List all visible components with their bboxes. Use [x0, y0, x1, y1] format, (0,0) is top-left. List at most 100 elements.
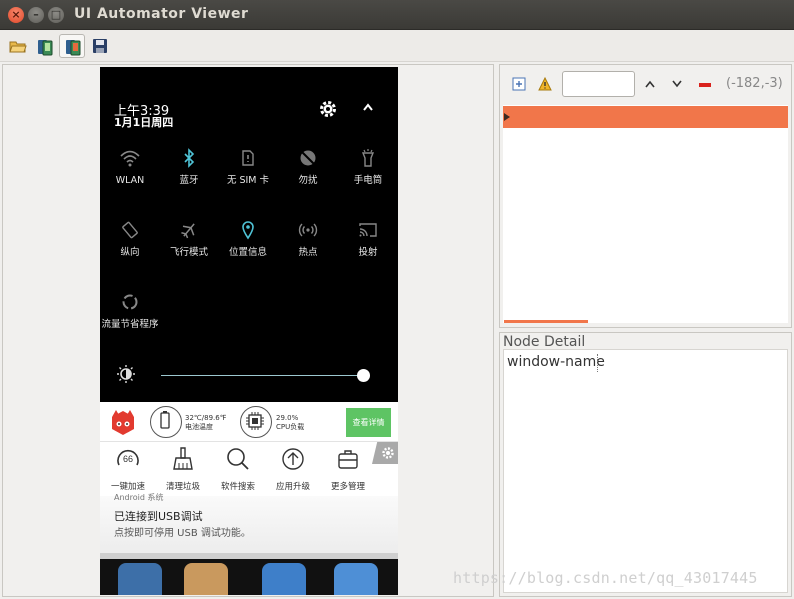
data-saver-icon — [122, 294, 138, 310]
broom-icon — [173, 447, 193, 470]
screenshot-panel[interactable]: 上午3:39 1月1日周四 WLAN 蓝牙 无 SIM 卡 勿扰 手电筒 纵向 … — [2, 64, 494, 597]
device-screenshot[interactable]: 上午3:39 1月1日周四 WLAN 蓝牙 无 SIM 卡 勿扰 手电筒 纵向 … — [100, 67, 398, 595]
window-minimize-button[interactable]: – — [28, 7, 44, 23]
device-screenshot-button[interactable] — [31, 34, 57, 58]
qs-data-saver[interactable]: 流量节省程序 — [100, 291, 160, 331]
cpu-load-label: CPU负载 — [276, 423, 305, 431]
cpu-load: 29.0% — [276, 414, 299, 422]
toolbox-icon — [338, 450, 358, 469]
qs-label: 勿扰 — [298, 175, 318, 186]
tool-more[interactable]: 更多管理 — [320, 446, 376, 492]
title-bar: × – □ UI Automator Viewer — [0, 0, 794, 30]
clear-icon[interactable] — [698, 82, 712, 88]
qs-label: 无 SIM 卡 — [226, 175, 270, 186]
column-separator[interactable] — [597, 354, 598, 372]
tool-label: 应用升级 — [275, 482, 310, 492]
qs-rotation[interactable]: 纵向 — [100, 219, 160, 259]
qs-label: 纵向 — [120, 247, 140, 258]
open-button[interactable] — [4, 34, 30, 58]
node-detail-panel: Node Detail window-name — [499, 332, 792, 597]
qs-label: 热点 — [298, 247, 318, 258]
node-detail-key: window-name — [507, 354, 605, 370]
warning-icon[interactable] — [538, 77, 552, 91]
brightness-slider-track[interactable] — [161, 375, 363, 376]
home-dock — [100, 559, 398, 595]
speedup-icon: 66 — [117, 449, 139, 466]
screen-rotation-icon — [122, 221, 138, 239]
qs-label: WLAN — [115, 175, 145, 186]
toolbar — [0, 30, 794, 62]
qs-label: 流量节省程序 — [101, 319, 159, 330]
next-icon[interactable] — [671, 79, 683, 89]
horizontal-scrollbar[interactable] — [504, 320, 588, 323]
qs-dnd[interactable]: 勿扰 — [278, 147, 338, 187]
tree-expand-arrow-icon[interactable] — [504, 113, 510, 121]
upgrade-icon — [282, 448, 304, 470]
qs-wlan[interactable]: WLAN — [100, 147, 160, 187]
notification-title: 已连接到USB调试 — [114, 510, 203, 523]
notification-app-name: Android 系统 — [114, 493, 164, 502]
window-title: UI Automator Viewer — [74, 6, 249, 22]
brightness-auto-icon[interactable] — [116, 364, 136, 384]
battery-icon — [150, 406, 182, 438]
tool-label: 一键加速 — [110, 482, 145, 492]
device-screenshot-compressed-button[interactable] — [59, 34, 85, 58]
qs-location[interactable]: 位置信息 — [218, 219, 278, 259]
watermark: https://blog.csdn.net/qq_43017445 — [453, 569, 758, 587]
hierarchy-tree[interactable] — [503, 105, 788, 323]
tool-search[interactable]: 软件搜索 — [210, 446, 266, 492]
qs-flashlight[interactable]: 手电筒 — [338, 147, 398, 187]
qs-airplane[interactable]: 飞行模式 — [159, 219, 219, 259]
qs-cast[interactable]: 投射 — [338, 219, 398, 259]
qs-label: 手电筒 — [353, 175, 383, 186]
wifi-icon — [120, 150, 140, 167]
tool-label: 清理垃圾 — [165, 482, 200, 492]
window-close-button[interactable]: × — [8, 7, 24, 23]
pointer-coordinates: (-182,-3) — [726, 76, 783, 91]
battery-temp-label: 电池温度 — [185, 423, 213, 431]
tool-speedup[interactable]: 66 一键加速 — [100, 446, 156, 492]
dock-contacts-icon[interactable] — [184, 563, 228, 595]
expand-all-icon[interactable] — [512, 77, 526, 91]
antutu-card[interactable]: 32℃/89.6℉ 电池温度 29.0% CPU负载 查看详情 — [100, 402, 398, 442]
qs-label: 投射 — [358, 247, 378, 258]
status-date: 1月1日周四 — [114, 116, 174, 129]
window-maximize-button[interactable]: □ — [48, 7, 64, 23]
qs-sim[interactable]: 无 SIM 卡 — [218, 147, 278, 187]
tools-row: 66 一键加速 清理垃圾 软件搜索 应用升级 更多管理 — [100, 442, 398, 496]
previous-icon[interactable] — [644, 79, 656, 89]
settings-gear-icon[interactable] — [318, 99, 338, 119]
usb-debug-notification[interactable]: Android 系统 已连接到USB调试 点按即可停用 USB 调试功能。 — [100, 493, 398, 556]
tool-clean[interactable]: 清理垃圾 — [155, 446, 211, 492]
node-detail-table[interactable]: window-name — [503, 349, 788, 593]
brightness-slider-knob[interactable] — [356, 369, 370, 382]
chevron-up-icon[interactable] — [362, 102, 374, 112]
notification-subtitle: 点按即可停用 USB 调试功能。 — [114, 528, 251, 539]
qs-label: 蓝牙 — [179, 175, 199, 186]
speedup-value: 66 — [123, 454, 133, 464]
hierarchy-panel: (-182,-3) — [499, 64, 792, 328]
save-icon — [93, 39, 107, 53]
tool-label: 软件搜索 — [220, 482, 255, 492]
qs-bluetooth[interactable]: 蓝牙 — [159, 147, 219, 187]
flashlight-icon — [361, 149, 375, 167]
dock-phone-icon[interactable] — [118, 563, 162, 595]
qs-label: 飞行模式 — [169, 247, 208, 258]
dock-browser-icon[interactable] — [334, 563, 378, 595]
airplane-mode-icon — [181, 223, 195, 239]
battery-temp: 32℃/89.6℉ — [185, 414, 227, 422]
do-not-disturb-icon — [300, 150, 316, 166]
dock-messages-icon[interactable] — [262, 563, 306, 595]
open-folder-icon — [9, 41, 27, 53]
cpu-icon — [240, 406, 272, 438]
search-icon — [227, 448, 249, 470]
view-details-button[interactable]: 查看详情 — [346, 408, 391, 437]
qs-hotspot[interactable]: 热点 — [278, 219, 338, 259]
search-input[interactable] — [562, 71, 635, 97]
tree-row-selected[interactable] — [503, 106, 788, 128]
sim-card-icon — [242, 150, 254, 166]
save-button[interactable] — [87, 34, 113, 58]
device-screenshot-compressed-icon — [66, 40, 81, 56]
tool-upgrade[interactable]: 应用升级 — [265, 446, 321, 492]
hotspot-icon — [298, 223, 318, 237]
